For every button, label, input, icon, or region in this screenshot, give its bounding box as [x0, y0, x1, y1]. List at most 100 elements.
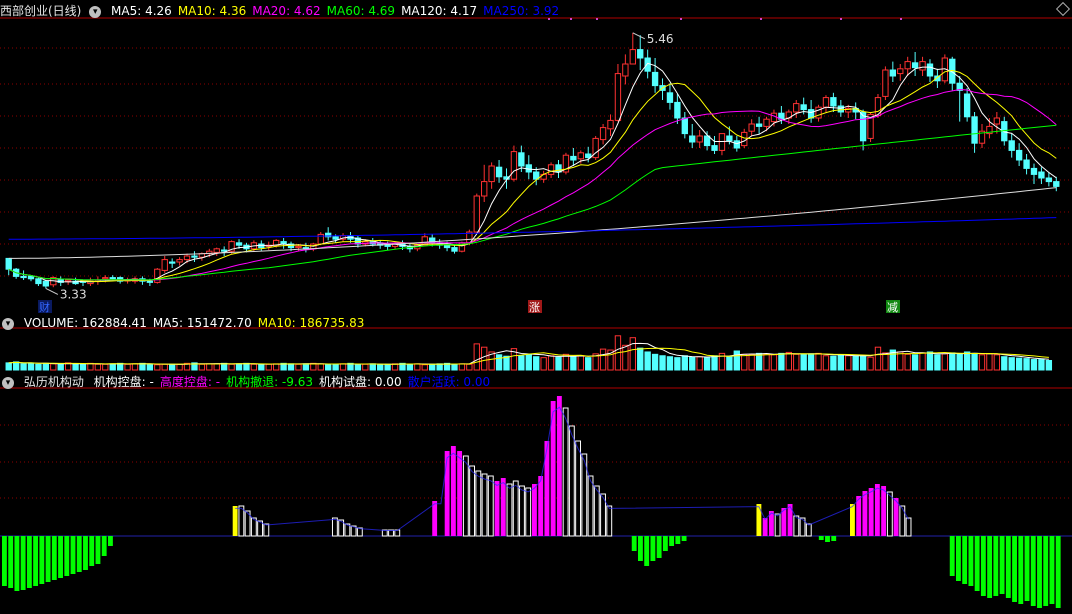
volume-bar: [778, 352, 785, 371]
candle-body: [726, 135, 733, 142]
candle-body: [518, 152, 525, 167]
volume-bar: [963, 351, 971, 371]
volume-bar: [377, 364, 384, 371]
indicator-bar-white: [805, 523, 812, 537]
indicator-menu-icon[interactable]: ▾: [2, 376, 14, 389]
candle-body: [963, 93, 971, 118]
volume-bar: [763, 353, 770, 371]
volume-bar: [406, 363, 414, 371]
indicator-bar-green: [8, 536, 14, 588]
indicator-bar-green: [83, 536, 88, 570]
volume-bar: [897, 351, 904, 371]
volume-bar: [711, 355, 718, 371]
indicator-bar-green: [949, 536, 955, 576]
volume-bar: [696, 356, 703, 371]
volume-bar: [547, 355, 555, 371]
candle-body: [711, 145, 718, 151]
volume-bar: [12, 361, 20, 371]
volume-bar: [325, 364, 332, 371]
volume-bar: [369, 363, 376, 371]
candle-body: [614, 73, 622, 121]
volume-bar: [941, 353, 949, 371]
candle-body: [183, 255, 191, 261]
indicator-bar-green: [656, 536, 662, 558]
candle-body: [495, 166, 503, 178]
candle-body: [42, 280, 50, 287]
volume-bar: [666, 356, 674, 371]
candle-body: [109, 277, 116, 280]
candle-body: [696, 135, 703, 143]
candle-body: [911, 62, 919, 69]
volume-bar: [956, 353, 963, 371]
volume-bar: [495, 354, 503, 371]
volume-bar: [332, 363, 339, 371]
candle-body: [882, 69, 889, 97]
volume-bar: [822, 355, 830, 371]
volume-bar: [94, 363, 102, 371]
indicator-bar-green: [825, 536, 830, 542]
ma-label-2: MA20: 4.62: [252, 4, 321, 18]
indicator-bar-green: [1043, 536, 1049, 606]
candle-body: [1053, 181, 1060, 187]
volume-bar: [993, 354, 1001, 371]
candle-body: [102, 277, 109, 280]
indicator-bar-green: [1055, 536, 1061, 608]
indicator-bar-green: [101, 536, 107, 556]
indicator-bar-green: [831, 536, 837, 541]
candle-body: [755, 123, 763, 127]
candle-body: [644, 57, 651, 72]
candle-body: [889, 69, 897, 77]
indicator-bar-white: [562, 407, 569, 537]
ma-label-4: MA120: 4.17: [401, 4, 478, 18]
indicator-bar-green: [58, 536, 63, 578]
indicator-label-4: 散户活跃: 0.00: [407, 375, 491, 389]
panel-menu-icon[interactable]: ▾: [89, 5, 102, 18]
candle-body: [488, 165, 495, 183]
indicator-bar-magenta: [874, 484, 880, 536]
stock-chart-canvas[interactable]: 5.46 3.33 财 涨 减: [0, 0, 1072, 614]
candle-body: [830, 97, 837, 107]
volume-bar: [27, 362, 35, 371]
candle-body: [27, 275, 35, 280]
candle-body: [681, 117, 688, 135]
indicator-label-3: 机构试盘: 0.00: [319, 375, 402, 389]
candle-body: [384, 244, 391, 247]
volume-bar: [926, 351, 934, 371]
indicator-bar-green: [33, 536, 39, 586]
volume-bar: [1045, 360, 1053, 371]
candle-body: [547, 164, 555, 175]
volume-bar: [651, 353, 659, 371]
indicator-bar-magenta: [868, 488, 874, 536]
candle-body: [295, 245, 302, 249]
indicator-bar-green: [1018, 536, 1024, 604]
volume-bar: [681, 355, 688, 371]
volume-bar: [124, 363, 131, 371]
volume-bar: [644, 351, 651, 371]
volume-bar: [518, 355, 525, 371]
candle-body: [897, 68, 904, 75]
indicator-bar-green: [45, 536, 51, 582]
volume-bar: [429, 363, 436, 371]
candle-body: [1008, 140, 1015, 151]
volume-bar: [577, 355, 584, 371]
indicator-bar-white: [512, 480, 519, 537]
indicator-label-2: 机构撤退: -9.63: [226, 375, 313, 389]
indicator-bar-magenta: [500, 478, 506, 536]
indicator-label-1: 高度控盘: -: [159, 375, 221, 389]
volume-bar: [317, 363, 324, 371]
volume-bar: [674, 357, 681, 371]
volume-bar: [302, 363, 310, 371]
indicator-bar-green: [76, 536, 82, 572]
candle-body: [35, 278, 42, 285]
stock-title: 西部创业(日线): [0, 4, 82, 18]
volume-bar: [845, 355, 852, 371]
volume-bar: [295, 363, 302, 371]
candle-body: [451, 247, 458, 252]
volume-bar: [800, 354, 807, 371]
volume-menu-icon[interactable]: ▾: [2, 317, 14, 330]
volume-bar: [391, 363, 399, 371]
volume-bar: [168, 363, 176, 371]
indicator-bar-green: [681, 536, 687, 541]
volume-bar: [5, 362, 12, 371]
ma-label-3: MA60: 4.69: [326, 4, 396, 18]
